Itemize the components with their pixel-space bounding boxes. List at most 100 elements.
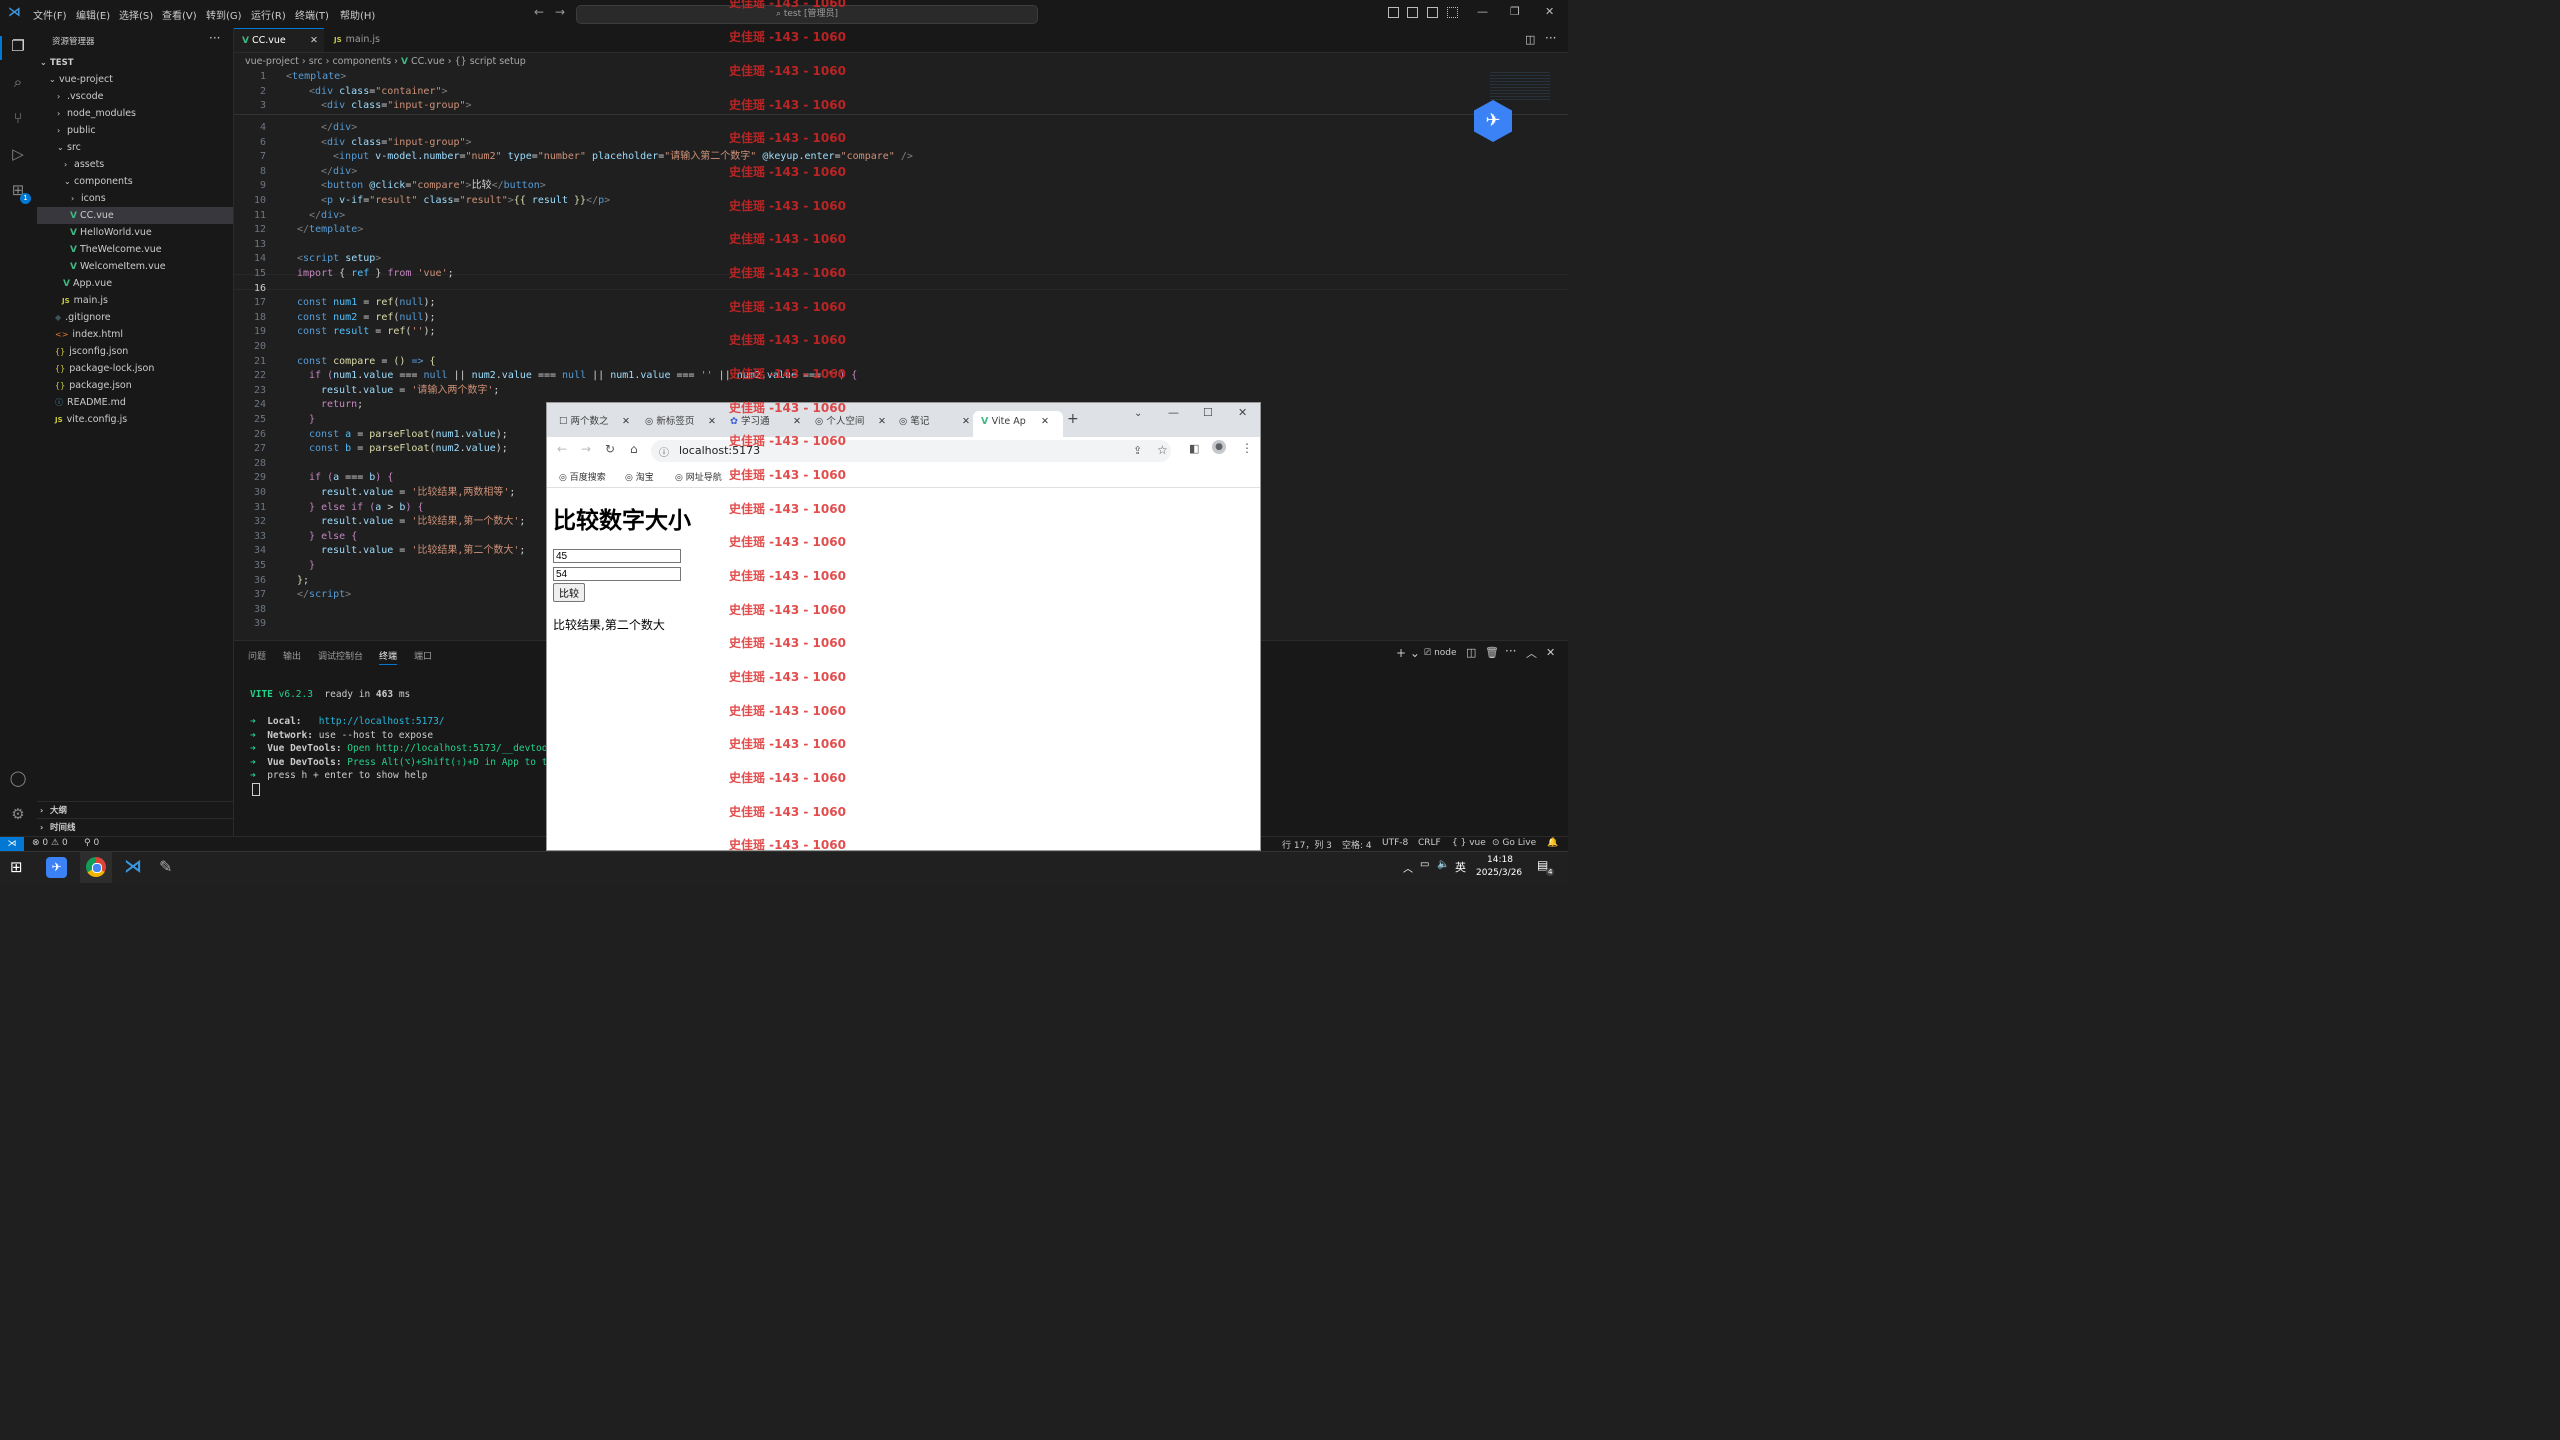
language-mode[interactable]: { } vue — [1452, 838, 1486, 848]
breadcrumb-item[interactable]: src — [309, 56, 323, 67]
network-icon[interactable]: ▭ — [1420, 859, 1429, 870]
trash-icon[interactable]: 🗑 — [1485, 646, 1499, 659]
panel-tab-debug-console[interactable]: 调试控制台 — [318, 649, 363, 662]
minimize-icon[interactable]: — — [1477, 5, 1488, 18]
ports-status[interactable]: ⚲ 0 — [84, 838, 99, 848]
windows-start-icon[interactable]: ⊞ — [10, 858, 23, 876]
tree-folder-vue-project[interactable]: ⌄ vue-project — [37, 71, 233, 88]
new-tab-icon[interactable]: + — [1067, 411, 1079, 427]
bookmark-star-icon[interactable]: ☆ — [1157, 443, 1168, 457]
clock-time[interactable]: 14:18 — [1487, 855, 1513, 865]
close-panel-icon[interactable]: ✕ — [1546, 646, 1555, 659]
problems-status[interactable]: ⊗ 0 ⚠ 0 — [32, 838, 68, 848]
outline-section[interactable]: › 大纲 — [37, 801, 233, 819]
browser-tab[interactable]: ◎ 新标签页 ✕ — [645, 411, 716, 437]
info-icon[interactable]: ⓘ — [659, 444, 669, 459]
compare-button[interactable]: 比较 — [553, 583, 585, 602]
split-terminal-icon[interactable]: ◫ — [1466, 646, 1476, 659]
panel-tab-output[interactable]: 输出 — [283, 649, 301, 662]
more-actions-icon[interactable]: ··· — [209, 31, 220, 45]
chrome-taskbar-item[interactable] — [80, 852, 112, 883]
tree-file-package-lock[interactable]: {} package-lock.json — [37, 360, 233, 377]
breadcrumb-item[interactable]: CC.vue — [411, 56, 445, 67]
ime-indicator[interactable]: 英 — [1455, 859, 1466, 875]
profile-avatar-icon[interactable]: ● — [1212, 440, 1226, 454]
tree-file-package-json[interactable]: {} package.json — [37, 377, 233, 394]
tree-file-helloworld[interactable]: V HelloWorld.vue — [37, 224, 233, 241]
encoding[interactable]: UTF-8 — [1382, 838, 1408, 848]
menu-run[interactable]: 运行(R) — [251, 7, 286, 22]
panel-tab-ports[interactable]: 端口 — [414, 649, 432, 662]
tree-folder-public[interactable]: › public — [37, 122, 233, 139]
menu-selection[interactable]: 选择(S) — [119, 7, 153, 22]
volume-icon[interactable]: 🔈 — [1437, 859, 1449, 870]
home-icon[interactable]: ⌂ — [630, 442, 638, 456]
account-icon[interactable]: ◯ — [8, 768, 28, 788]
toggle-primary-sidebar-icon[interactable] — [1388, 7, 1399, 18]
tab-search-icon[interactable]: ⌄ — [1134, 408, 1142, 419]
new-terminal-icon[interactable]: + ⌄ — [1396, 646, 1420, 660]
menu-help[interactable]: 帮助(H) — [340, 7, 375, 22]
minimap[interactable] — [1490, 72, 1550, 102]
app-taskbar-icon[interactable]: ✎ — [159, 857, 179, 877]
toggle-panel-icon[interactable] — [1407, 7, 1418, 18]
minimize-icon[interactable]: — — [1168, 406, 1179, 419]
menu-file[interactable]: 文件(F) — [33, 7, 67, 22]
terminal-selector[interactable]: ⎚ node — [1424, 648, 1457, 658]
explorer-icon[interactable]: ❐ — [8, 36, 28, 56]
tree-file-readme[interactable]: ⓘ README.md — [37, 394, 233, 411]
run-debug-icon[interactable]: ▷ — [8, 144, 28, 164]
restore-icon[interactable]: ❐ — [1510, 5, 1520, 18]
menu-view[interactable]: 查看(V) — [162, 7, 197, 22]
tray-chevron-icon[interactable]: ︿ — [1403, 860, 1413, 875]
menu-go[interactable]: 转到(G) — [206, 7, 242, 22]
tree-file-index-html[interactable]: <> index.html — [37, 326, 233, 343]
forward-arrow-icon[interactable]: → — [581, 442, 591, 456]
tree-file-jsconfig[interactable]: {} jsconfig.json — [37, 343, 233, 360]
tree-file-vite-config[interactable]: JS vite.config.js — [37, 411, 233, 428]
source-control-icon[interactable]: ⑂ — [8, 108, 28, 128]
browser-tab[interactable]: ◎ 笔记 ✕ — [899, 411, 970, 437]
menu-kebab-icon[interactable]: ⋮ — [1241, 441, 1253, 455]
cursor-position[interactable]: 行 17，列 3 — [1282, 838, 1332, 851]
bookmark-item[interactable]: ◎ 网址导航 — [675, 470, 722, 483]
eol[interactable]: CRLF — [1418, 838, 1441, 848]
remote-indicator-icon[interactable]: ⋊ — [0, 837, 24, 852]
more-actions-icon[interactable]: ··· — [1505, 644, 1516, 658]
share-icon[interactable]: ⇪ — [1133, 444, 1142, 457]
customize-layout-icon[interactable] — [1447, 7, 1458, 18]
tree-folder-vscode[interactable]: › .vscode — [37, 88, 233, 105]
panel-tab-terminal[interactable]: 终端 — [379, 649, 398, 665]
maximize-icon[interactable]: ☐ — [1203, 406, 1213, 419]
number-input-2[interactable] — [553, 567, 681, 581]
back-arrow-icon[interactable]: ← — [557, 442, 567, 456]
gear-icon[interactable]: ⚙ — [8, 804, 28, 824]
reload-icon[interactable]: ↻ — [605, 442, 615, 456]
tree-folder-icons[interactable]: › icons — [37, 190, 233, 207]
browser-tab[interactable]: ☐ 两个数之 ✕ — [559, 411, 630, 437]
workspace-root[interactable]: ⌄ TEST — [37, 54, 233, 71]
bookmark-item[interactable]: ◎ 百度搜索 — [559, 470, 606, 483]
breadcrumb-item[interactable]: {} script setup — [455, 56, 526, 67]
close-icon[interactable]: ✕ — [1238, 406, 1247, 419]
menu-terminal[interactable]: 终端(T) — [295, 7, 329, 22]
more-actions-icon[interactable]: ··· — [1545, 31, 1556, 45]
search-icon[interactable]: ⌕ — [8, 72, 28, 92]
tree-file-main-js[interactable]: JS main.js — [37, 292, 233, 309]
tree-file-thewelcome[interactable]: V TheWelcome.vue — [37, 241, 233, 258]
tree-file-welcomeitem[interactable]: V WelcomeItem.vue — [37, 258, 233, 275]
number-input-1[interactable] — [553, 549, 681, 563]
tree-folder-components[interactable]: ⌄ components — [37, 173, 233, 190]
tree-file-app-vue[interactable]: V App.vue — [37, 275, 233, 292]
bookmark-item[interactable]: ◎ 淘宝 — [625, 470, 654, 483]
side-panel-icon[interactable]: ◧ — [1189, 442, 1199, 455]
indentation[interactable]: 空格: 4 — [1342, 838, 1372, 851]
browser-tab-active[interactable]: V Vite Ap ✕ — [973, 411, 1063, 437]
tree-folder-assets[interactable]: › assets — [37, 156, 233, 173]
back-arrow-icon[interactable]: ← — [534, 5, 544, 19]
breadcrumb-item[interactable]: vue-project — [245, 56, 299, 67]
close-tab-icon[interactable]: ✕ — [310, 29, 318, 53]
forward-arrow-icon[interactable]: → — [555, 5, 565, 19]
split-editor-icon[interactable]: ◫ — [1525, 33, 1535, 46]
timeline-section[interactable]: › 时间线 — [37, 818, 233, 836]
